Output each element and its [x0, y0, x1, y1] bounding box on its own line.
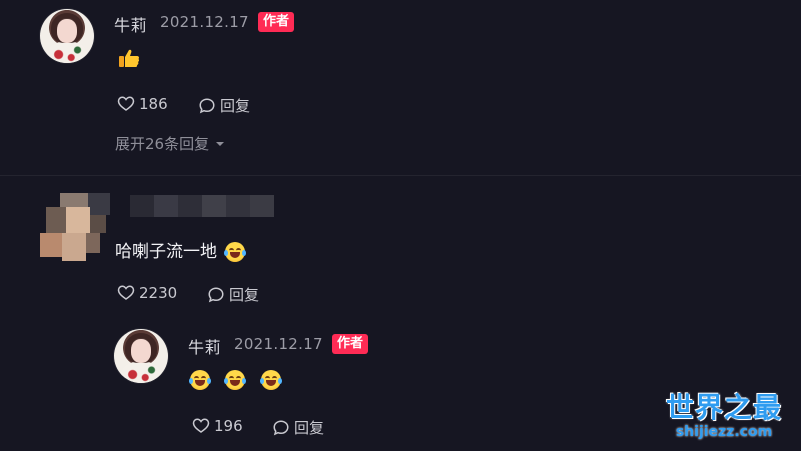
thumbs-up-emoji-icon — [119, 49, 140, 67]
blur-block — [130, 195, 154, 217]
blurred-user-name[interactable] — [130, 195, 274, 217]
watermark-title: 世界之最 — [666, 391, 783, 424]
comment-text-row: 哈喇子流一地 — [115, 237, 247, 262]
avatar-face — [57, 19, 77, 43]
comment-author-name[interactable]: 牛莉 — [114, 12, 147, 36]
expand-replies-button[interactable]: 展开26条回复 — [115, 133, 225, 154]
reply-label: 回复 — [229, 286, 260, 304]
reply-label: 回复 — [294, 419, 325, 437]
author-avatar[interactable] — [40, 9, 94, 63]
site-watermark: 世界之最 shijiezz.com — [666, 391, 783, 441]
blur-block — [86, 233, 100, 253]
watermark-url: shijiezz.com — [675, 424, 773, 440]
blur-block — [250, 195, 274, 217]
comment-bubble-icon — [273, 419, 289, 435]
heart-icon — [192, 418, 210, 433]
reply-author-name[interactable]: 牛莉 — [188, 334, 221, 358]
blur-block — [46, 207, 66, 233]
author-avatar[interactable] — [114, 329, 168, 383]
comment-text: 哈喇子流一地 — [115, 242, 217, 262]
blurred-user-avatar[interactable] — [36, 193, 110, 265]
comment-date: 2021.12.17 — [160, 13, 249, 31]
avatar-face — [131, 339, 151, 363]
comment-divider — [0, 175, 801, 176]
author-badge: 作者 — [258, 12, 295, 32]
like-button[interactable]: 196 — [192, 417, 243, 435]
like-count: 186 — [139, 95, 168, 113]
blur-block — [66, 207, 90, 233]
comment-bubble-icon — [208, 286, 224, 302]
blur-block — [88, 193, 110, 215]
heart-icon — [117, 285, 135, 300]
chevron-down-icon — [216, 141, 225, 146]
rolling-laughing-emoji-icon — [259, 370, 282, 390]
heart-icon — [117, 96, 135, 111]
like-button[interactable]: 2230 — [117, 284, 177, 302]
reply-button[interactable]: 回复 — [272, 417, 324, 438]
rolling-laughing-emoji-icon — [189, 370, 211, 390]
comment-section: 牛莉 2021.12.17 作者 186 回复 展开26条回复 哈喇子流一地 2… — [0, 0, 801, 451]
blur-block — [226, 195, 250, 217]
comment-bubble-icon — [199, 97, 215, 113]
like-count: 196 — [214, 417, 243, 435]
blur-block — [60, 193, 88, 207]
avatar-dress — [46, 41, 88, 63]
reply-button[interactable]: 回复 — [207, 284, 259, 305]
like-count: 2230 — [139, 284, 178, 302]
like-button[interactable]: 186 — [117, 95, 168, 113]
rolling-laughing-emoji-icon — [224, 370, 247, 390]
blur-block — [178, 195, 202, 217]
rolling-laughing-emoji-icon — [224, 242, 247, 262]
expand-replies-label: 展开26条回复 — [115, 135, 210, 153]
blur-block — [40, 233, 62, 257]
blur-block — [62, 233, 86, 261]
blur-block — [202, 195, 226, 217]
author-badge: 作者 — [332, 334, 369, 354]
avatar-dress — [120, 361, 162, 383]
blur-block — [90, 215, 106, 233]
blur-block — [154, 195, 178, 217]
reply-label: 回复 — [220, 97, 251, 115]
reply-button[interactable]: 回复 — [198, 95, 250, 116]
reply-date: 2021.12.17 — [234, 335, 323, 353]
reply-emoji-row — [189, 370, 282, 390]
